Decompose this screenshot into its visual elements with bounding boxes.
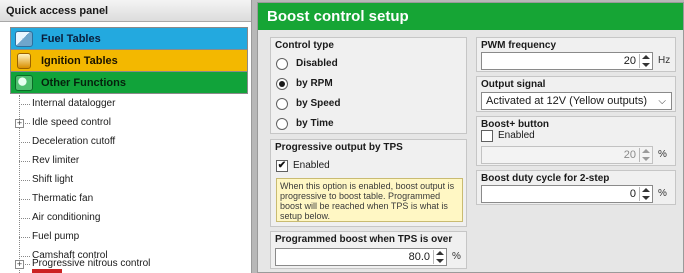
spin-arrows-icon[interactable] — [433, 250, 445, 264]
duty-2step-stepper[interactable]: 0 — [481, 185, 653, 203]
spin-arrows-icon[interactable] — [639, 187, 651, 201]
boost-plus-stepper[interactable]: 20 — [481, 146, 653, 164]
boost-plus-title: Boost+ button — [481, 119, 550, 130]
pwm-frequency-stepper[interactable]: 20 — [481, 52, 653, 70]
category-other-functions-label: Other Functions — [41, 77, 126, 89]
boost-plus-unit: % — [658, 149, 667, 160]
chevron-down-icon: ⌵ — [658, 96, 666, 107]
tree-item-label: Deceleration cutoff — [32, 136, 116, 147]
pwm-frequency-unit: Hz — [658, 55, 671, 66]
category-fuel-tables[interactable]: Fuel Tables — [10, 27, 248, 50]
radio-label: by Speed — [296, 98, 341, 109]
category-ignition-tables-label: Ignition Tables — [41, 55, 118, 67]
control-type-title: Control type — [275, 40, 334, 51]
output-signal-value: Activated at 12V (Yellow outputs) — [486, 95, 648, 107]
tree-item-label: Fuel pump — [32, 231, 80, 242]
selected-item-indicator — [32, 269, 62, 273]
radio-selected-icon — [276, 78, 288, 90]
radio-label: by Time — [296, 118, 334, 129]
radio-label: by RPM — [296, 78, 333, 89]
pwm-frequency-group: PWM frequency 20 Hz — [476, 37, 676, 72]
boost-plus-value: 20 — [623, 149, 636, 161]
functions-icon — [15, 75, 33, 91]
output-signal-title: Output signal — [481, 79, 546, 90]
fuel-table-icon — [15, 31, 33, 47]
tree-item-label: Thermatic fan — [32, 193, 94, 204]
duty-2step-value: 0 — [629, 188, 636, 200]
progressive-tps-title: Progressive output by TPS — [275, 142, 403, 153]
quick-access-panel: Quick access panel Fuel Tables Ignition … — [0, 0, 252, 273]
pwm-frequency-value: 20 — [623, 55, 636, 67]
tree-item-label: Rev limiter — [32, 155, 80, 166]
boost-plus-enabled-checkbox[interactable] — [481, 130, 493, 142]
duty-2step-title: Boost duty cycle for 2-step — [481, 173, 610, 184]
boost-plus-group: Boost+ button Enabled 20 % — [476, 116, 676, 166]
programmed-boost-unit: % — [452, 251, 461, 262]
progressive-tps-group: Progressive output by TPS ✔ Enabled When… — [270, 139, 467, 227]
quick-access-title: Quick access panel — [0, 0, 251, 22]
duty-2step-unit: % — [658, 188, 667, 199]
output-signal-select[interactable]: Activated at 12V (Yellow outputs) ⌵ — [481, 92, 672, 110]
tree-item-label: Idle speed control — [32, 117, 111, 128]
duty-2step-group: Boost duty cycle for 2-step 0 % — [476, 170, 676, 205]
ignition-icon — [17, 53, 31, 69]
radio-circle-icon — [276, 98, 288, 110]
radio-circle-icon — [276, 118, 288, 130]
pwm-frequency-title: PWM frequency — [481, 40, 557, 51]
page-title: Boost control setup — [258, 3, 683, 30]
tree-item-label: Shift light — [32, 174, 74, 185]
boost-plus-enabled-label: Enabled — [498, 130, 535, 141]
programmed-boost-title: Programmed boost when TPS is over — [275, 234, 453, 245]
progressive-enabled-label: Enabled — [293, 160, 330, 171]
programmed-boost-group: Programmed boost when TPS is over 80.0 % — [270, 231, 467, 269]
expand-icon[interactable]: + — [15, 260, 24, 269]
tree-item-label: Air conditioning — [32, 212, 101, 223]
output-signal-group: Output signal Activated at 12V (Yellow o… — [476, 76, 676, 112]
boost-control-panel: Boost control setup Control type Disable… — [257, 2, 684, 273]
radio-label: Disabled — [296, 58, 338, 69]
programmed-boost-value: 80.0 — [408, 251, 430, 263]
programmed-boost-stepper[interactable]: 80.0 — [275, 248, 447, 266]
category-fuel-tables-label: Fuel Tables — [41, 33, 101, 45]
tree-item-label: Internal datalogger — [32, 98, 116, 109]
spin-arrows-icon[interactable] — [639, 148, 651, 162]
progressive-enabled-checkbox[interactable]: ✔ — [276, 160, 288, 172]
category-other-functions[interactable]: Other Functions — [10, 71, 248, 94]
category-ignition-tables[interactable]: Ignition Tables — [10, 49, 248, 72]
progressive-info-note: When this option is enabled, boost outpu… — [276, 178, 463, 222]
control-type-group: Control type Disabled by RPM by Speed by… — [270, 37, 467, 134]
radio-circle-icon — [276, 58, 288, 70]
expand-icon[interactable]: + — [15, 119, 24, 128]
spin-arrows-icon[interactable] — [639, 54, 651, 68]
